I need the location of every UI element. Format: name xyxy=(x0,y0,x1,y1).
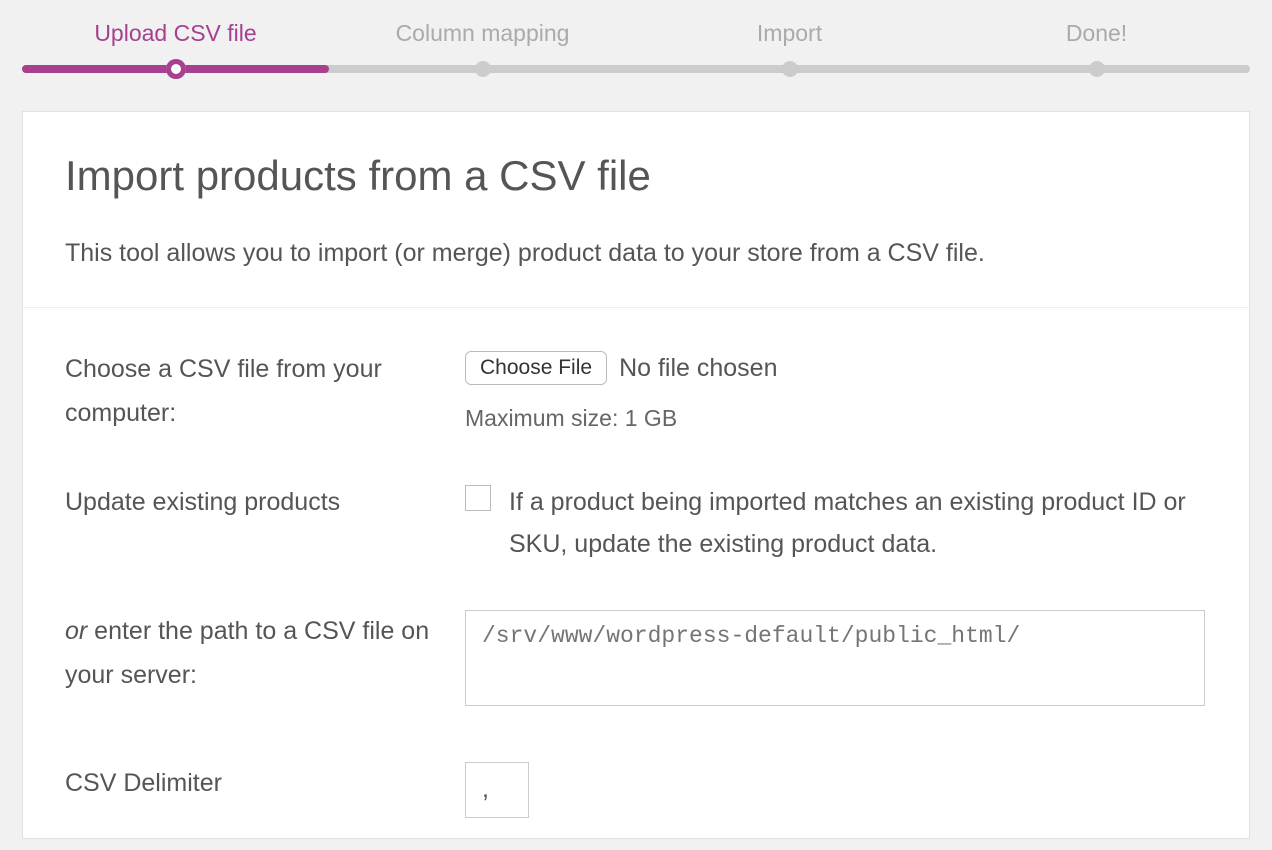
row-delimiter: CSV Delimiter xyxy=(65,762,1207,818)
server-path-field xyxy=(465,610,1207,718)
step-mapping[interactable]: Column mapping xyxy=(329,20,636,47)
step-upload[interactable]: Upload CSV file xyxy=(22,20,329,47)
choose-file-field: Choose File No file chosen Maximum size:… xyxy=(465,348,1207,437)
import-form: Choose a CSV file from your computer: Ch… xyxy=(23,308,1249,838)
update-existing-checkbox[interactable] xyxy=(465,485,491,511)
update-existing-label: Update existing products xyxy=(65,481,465,566)
step-dot-upload xyxy=(166,59,186,79)
row-update-existing: Update existing products If a product be… xyxy=(65,481,1207,566)
import-panel: Import products from a CSV file This too… xyxy=(22,111,1250,839)
choose-file-button[interactable]: Choose File xyxy=(465,351,607,385)
delimiter-input[interactable] xyxy=(465,762,529,818)
import-stepper: Upload CSV file Column mapping Import Do… xyxy=(0,0,1272,73)
stepper-track xyxy=(22,65,1250,73)
update-existing-description: If a product being imported matches an e… xyxy=(509,481,1207,566)
update-checkbox-row: If a product being imported matches an e… xyxy=(465,481,1207,566)
or-text: or xyxy=(65,617,87,645)
file-status-text: No file chosen xyxy=(619,348,777,388)
delimiter-field xyxy=(465,762,1207,818)
delimiter-label: CSV Delimiter xyxy=(65,762,465,818)
panel-description: This tool allows you to import (or merge… xyxy=(65,236,1207,271)
stepper-labels: Upload CSV file Column mapping Import Do… xyxy=(22,20,1250,65)
panel-header: Import products from a CSV file This too… xyxy=(23,112,1249,308)
step-dot-import xyxy=(782,61,798,77)
step-import[interactable]: Import xyxy=(636,20,943,47)
row-choose-file: Choose a CSV file from your computer: Ch… xyxy=(65,348,1207,437)
panel-title: Import products from a CSV file xyxy=(65,152,1207,200)
server-path-label-rest: enter the path to a CSV file on your ser… xyxy=(65,617,429,689)
server-path-label: or enter the path to a CSV file on your … xyxy=(65,610,465,718)
choose-file-label: Choose a CSV file from your computer: xyxy=(65,348,465,437)
server-path-input[interactable] xyxy=(465,610,1205,706)
step-dot-done xyxy=(1089,61,1105,77)
max-size-hint: Maximum size: 1 GB xyxy=(465,400,1207,437)
file-picker-line: Choose File No file chosen xyxy=(465,348,1207,388)
step-done[interactable]: Done! xyxy=(943,20,1250,47)
update-existing-field: If a product being imported matches an e… xyxy=(465,481,1207,566)
row-server-path: or enter the path to a CSV file on your … xyxy=(65,610,1207,718)
step-dot-mapping xyxy=(475,61,491,77)
